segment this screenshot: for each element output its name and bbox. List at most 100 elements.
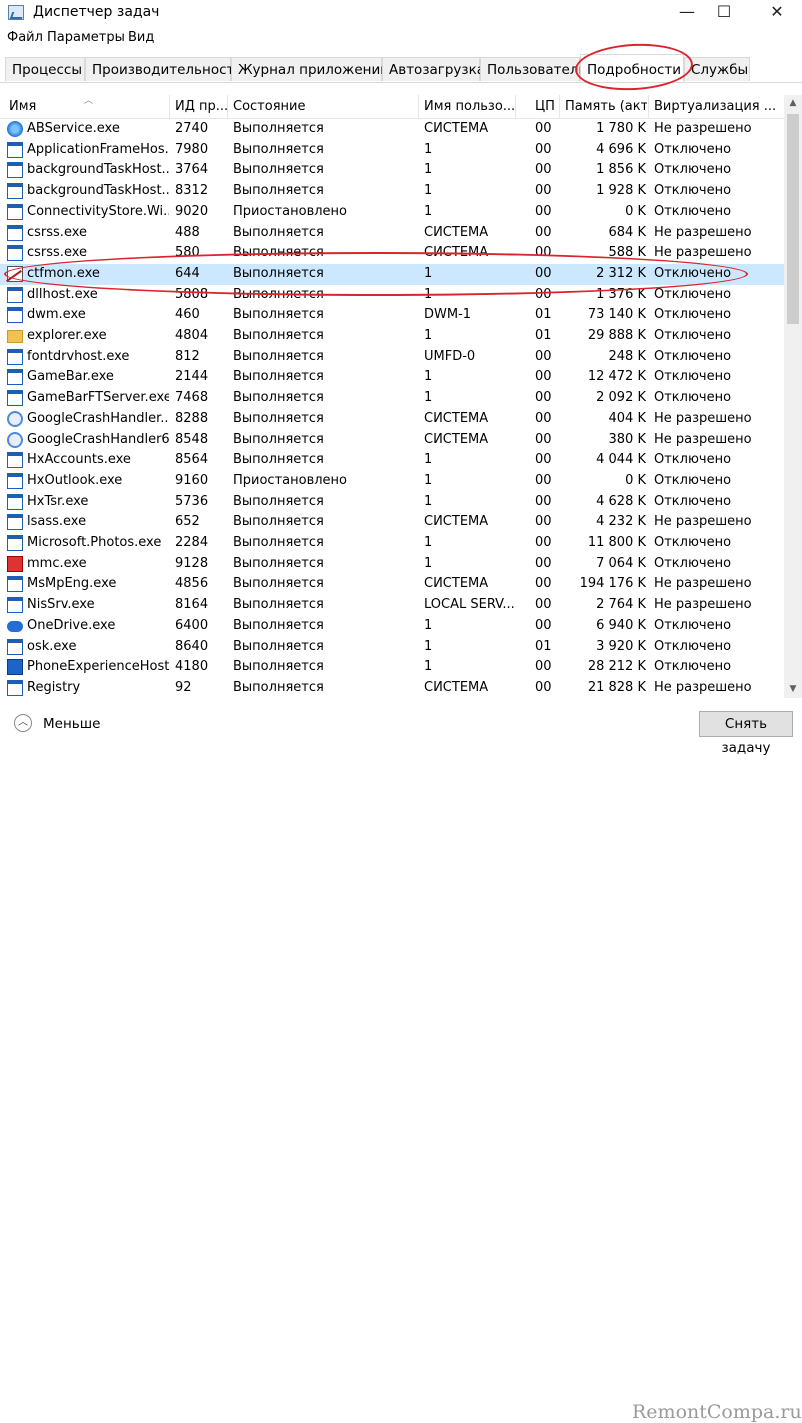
tab-users[interactable]: Пользователи: [480, 57, 587, 81]
column-divider[interactable]: [559, 95, 560, 118]
cell-user: 1: [424, 162, 433, 178]
end-task-button[interactable]: Снять задачу: [699, 711, 793, 756]
cell-memory: 1 780 K: [596, 121, 646, 136]
menu-file[interactable]: Файл: [7, 30, 43, 45]
process-window-icon: [7, 535, 23, 551]
table-row[interactable]: lsass.exe 652 Выполняется СИСТЕМА 00 4 232 K Н…: [0, 512, 784, 533]
table-row[interactable]: mmc.exe 9128 Выполняется 1 00 7 064 K Отключен…: [0, 554, 784, 575]
process-blue-flower-icon: [7, 121, 23, 137]
table-row[interactable]: osk.exe 8640 Выполняется 1 01 3 920 K Отключен…: [0, 637, 784, 658]
scroll-down-icon[interactable]: ▼: [784, 681, 802, 698]
column-header-user[interactable]: Имя пользо...: [424, 99, 514, 114]
cell-user: 1: [424, 535, 433, 550]
table-row[interactable]: backgroundTaskHost.... 3764 Выполняется 1 00…: [0, 160, 784, 181]
process-google-icon: [7, 431, 23, 448]
table-row[interactable]: HxAccounts.exe 8564 Выполняется 1 00 4 044 K О…: [0, 450, 784, 471]
tab-processes[interactable]: Процессы: [5, 57, 85, 81]
cell-cpu: 00: [535, 348, 552, 364]
column-divider[interactable]: [515, 95, 516, 118]
cell-status: Выполняется: [233, 597, 324, 613]
cell-name: mmc.exe: [27, 555, 87, 571]
table-row[interactable]: Registry 92 Выполняется СИСТЕМА 00 21 828 K Не…: [0, 678, 784, 698]
table-row[interactable]: dwm.exe 460 Выполняется DWM-1 01 73 140 K Откл…: [0, 305, 784, 326]
column-header-memory[interactable]: Память (акт...: [565, 99, 647, 114]
table-row[interactable]: GameBarFTServer.exe 7468 Выполняется 1 00 2 0…: [0, 388, 784, 409]
cell-pid: 4856: [175, 576, 209, 592]
table-row[interactable]: ABService.exe 2740 Выполняется СИСТЕМА 00 1 7…: [0, 119, 784, 140]
cell-pid: 8564: [175, 452, 209, 468]
table-row[interactable]: csrss.exe 488 Выполняется СИСТЕМА 00 684 K Не …: [0, 223, 784, 244]
cell-status: Выполняется: [233, 679, 324, 695]
table-row[interactable]: backgroundTaskHost.... 8312 Выполняется 1 00…: [0, 181, 784, 202]
table-row[interactable]: dllhost.exe 5808 Выполняется 1 00 1 376 K Откл…: [0, 285, 784, 306]
cell-virtualization: Отключено: [654, 162, 732, 178]
maximize-button[interactable]: ☐: [701, 0, 747, 26]
process-window-icon: [7, 679, 23, 696]
cell-name: lsass.exe: [27, 514, 87, 530]
cell-virtualization: Отключено: [654, 638, 732, 654]
column-header-cpu[interactable]: ЦП: [535, 99, 557, 114]
table-row[interactable]: OneDrive.exe 6400 Выполняется 1 00 6 940 K Отк…: [0, 616, 784, 637]
table-row[interactable]: PhoneExperienceHost... 4180 Выполняется 1 00…: [0, 657, 784, 678]
cell-memory: 2 092 K: [596, 390, 646, 406]
cell-name: csrss.exe: [27, 224, 88, 240]
cell-pid: 7468: [175, 390, 209, 406]
process-phone-icon: [7, 659, 23, 676]
column-divider[interactable]: [648, 95, 649, 118]
cell-user: 1: [424, 493, 433, 509]
cell-memory: 380 K: [608, 431, 646, 447]
close-button[interactable]: ✕: [754, 0, 800, 26]
tab-details[interactable]: Подробности: [580, 54, 684, 82]
cell-status: Выполняется: [233, 576, 324, 592]
cell-cpu: 00: [535, 493, 552, 509]
table-row[interactable]: csrss.exe 580 Выполняется СИСТЕМА 00 588 K Не …: [0, 243, 784, 264]
cell-user: UMFD-0: [424, 348, 476, 364]
table-row[interactable]: GoogleCrashHandler.... 8288 Выполняется СИС…: [0, 409, 784, 430]
cell-name: HxAccounts.exe: [27, 452, 131, 468]
cell-virtualization: Не разрешено: [654, 121, 752, 136]
table-row[interactable]: Microsoft.Photos.exe 2284 Выполняется 1 00 11…: [0, 533, 784, 554]
column-header-virtualization[interactable]: Виртуализация ...: [654, 99, 782, 114]
column-divider[interactable]: [227, 95, 228, 118]
scrollbar-thumb[interactable]: [787, 114, 799, 324]
cell-virtualization: Не разрешено: [654, 431, 752, 447]
table-row[interactable]: HxTsr.exe 5736 Выполняется 1 00 4 628 K Отключ…: [0, 492, 784, 513]
tab-app-history[interactable]: Журнал приложений: [231, 57, 389, 81]
menu-view[interactable]: Вид: [128, 30, 154, 45]
cell-name: fontdrvhost.exe: [27, 348, 130, 364]
table-row[interactable]: ApplicationFrameHos... 7980 Выполняется 1 00…: [0, 140, 784, 161]
tab-startup[interactable]: Автозагрузка: [382, 57, 485, 81]
table-row[interactable]: GoogleCrashHandler6... 8548 Выполняется СИС…: [0, 430, 784, 451]
table-row[interactable]: GameBar.exe 2144 Выполняется 1 00 12 472 K Отк…: [0, 367, 784, 388]
cell-memory: 1 928 K: [596, 183, 646, 199]
table-row[interactable]: MsMpEng.exe 4856 Выполняется СИСТЕМА 00 194 1…: [0, 574, 784, 595]
table-row[interactable]: explorer.exe 4804 Выполняется 1 01 29 888 K От…: [0, 326, 784, 347]
menu-options[interactable]: Параметры: [47, 30, 125, 45]
cell-memory: 4 628 K: [596, 493, 646, 509]
cell-cpu: 01: [535, 307, 552, 323]
cell-user: DWM-1: [424, 307, 472, 323]
column-header-status[interactable]: Состояние: [233, 99, 416, 114]
column-divider[interactable]: [418, 95, 419, 118]
cell-virtualization: Отключено: [654, 348, 732, 364]
vertical-scrollbar[interactable]: ▲ ▼: [784, 95, 802, 698]
table-row[interactable]: ConnectivityStore.Wi... 9020 Приостановлен…: [0, 202, 784, 223]
column-divider[interactable]: [169, 95, 170, 118]
cell-name: dwm.exe: [27, 307, 86, 323]
cell-pid: 8640: [175, 638, 209, 654]
process-window-icon: [7, 369, 23, 386]
column-header-pid[interactable]: ИД пр...: [175, 99, 227, 114]
cell-virtualization: Не разрешено: [654, 597, 752, 613]
chevron-up-icon[interactable]: ︿: [14, 714, 32, 732]
table-row[interactable]: HxOutlook.exe 9160 Приостановлено 1 00 0 K Отк…: [0, 471, 784, 492]
tab-performance[interactable]: Производительность: [85, 57, 242, 81]
process-red-icon: [7, 555, 23, 572]
table-row[interactable]: fontdrvhost.exe 812 Выполняется UMFD-0 00 248…: [0, 347, 784, 368]
scroll-up-icon[interactable]: ▲: [784, 95, 802, 112]
fewer-details-link[interactable]: Меньше: [43, 716, 100, 732]
table-row[interactable]: NisSrv.exe 8164 Выполняется LOCAL SERV... 00…: [0, 595, 784, 616]
table-row[interactable]: ctfmon.exe 644 Выполняется 1 00 2 312 K Отключ…: [0, 263, 784, 285]
process-window-icon: [7, 141, 23, 158]
cell-status: Выполняется: [233, 452, 324, 468]
tab-services[interactable]: Службы: [684, 57, 750, 81]
